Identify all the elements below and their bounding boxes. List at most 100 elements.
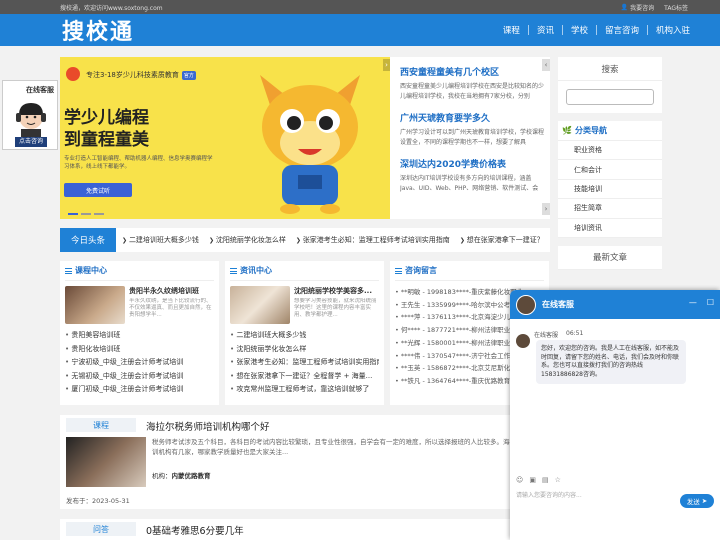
file-icon[interactable]: ▤	[542, 476, 549, 484]
nav-school[interactable]: 学校	[571, 24, 588, 36]
banner-headline: 学少儿编程 到童程童美	[64, 108, 149, 150]
banner-carousel[interactable]: 专注3-18岁少儿科技素质教育 官方 学少儿编程 到童程童美 专业打造人工智能编程、…	[60, 57, 390, 219]
nav-message[interactable]: 留言咨询	[605, 24, 639, 36]
headset-agent-icon	[16, 103, 46, 141]
nav-join[interactable]: 机构入驻	[656, 24, 690, 36]
float-service-title: 在线客服	[26, 86, 54, 94]
list-item[interactable]: 张家港考生必知：监理工程师考试培训实用指南	[230, 356, 379, 370]
course-center-title[interactable]: 课程中心	[75, 265, 107, 276]
agent-message-avatar	[516, 334, 530, 348]
official-badge: 官方	[181, 71, 196, 80]
banner-news-item[interactable]: 广州天琥教育要学多久 广州学习设计可以到广州天琥教育培训学校，学校课程设置全，不同…	[400, 111, 544, 148]
chat-title: 在线客服	[542, 300, 574, 309]
banner-news-item[interactable]: 西安童程童美有几个校区 西安童程童美少儿编程培训学校在西安是比较知名的少儿编程培训…	[400, 65, 544, 102]
minimize-icon[interactable]: —	[689, 298, 697, 307]
message-time: 06:51	[566, 330, 584, 337]
site-logo[interactable]: 搜校通	[62, 14, 134, 46]
eval-icon[interactable]: ☆	[555, 476, 561, 484]
main-nav: 课程 资讯 学校 留言咨询 机构入驻	[503, 24, 690, 36]
list-item[interactable]: 贵阳化妆培训班	[65, 343, 214, 357]
news-thumbnail[interactable]	[230, 286, 290, 324]
ticker-item[interactable]: 二建培训班大概多少钱	[122, 235, 199, 245]
list-item[interactable]: 宁波初级_中级_注册会计师考试培训	[65, 356, 214, 370]
category-nav-title: 分类导航	[574, 126, 607, 135]
article-tag[interactable]: 问答	[66, 522, 136, 536]
float-service[interactable]: 在线客服 点击咨询	[2, 80, 58, 150]
image-icon[interactable]: ▣	[529, 476, 536, 484]
chat-window: 在线客服 — ☐ 在线客服 06:51 您好，欢迎您的咨询。我是人工在线客服，如不能…	[510, 290, 720, 540]
top-bar: 搜校通，欢迎访问www.soxtong.com 👤 我要咨询 TAG标签	[0, 0, 720, 14]
list-item[interactable]: 厦门初级_中级_注册会计师考试培训	[65, 383, 214, 397]
nav-course[interactable]: 课程	[503, 24, 520, 36]
send-button[interactable]: 发送 ➤	[680, 494, 714, 508]
agent-message: 您好，欢迎您的咨询。我是人工在线客服，如不能及时回复，请留下您的姓名、电话，我们…	[536, 340, 686, 384]
category-nav: 🌿 分类导航 职业资格 仁和会计 技能培训 招生简章 培训资讯	[558, 121, 662, 238]
latest-articles: 最新文章	[558, 245, 662, 270]
carousel-dots[interactable]	[68, 213, 104, 215]
banner-desc: 专业打造人工智能编程、帮助机器人编程、信息学奥赛编程学习体系，线上线下都能学。	[64, 156, 213, 170]
list-item[interactable]: 沈阳统丽学化妆怎么样	[230, 343, 379, 357]
news-prev-icon[interactable]: ‹	[542, 59, 550, 71]
chat-input[interactable]: 请输入您要咨询的内容...	[516, 490, 582, 499]
ticker-item[interactable]: 沈阳统丽学化妆怎么样	[209, 235, 286, 245]
article-summary: 税务师考试涉及五个科目，各科目的考试内容比较繁琐，且专业性很强，自学会有一定的难…	[152, 438, 549, 456]
article-date: 发布于：2023-05-31	[66, 497, 130, 505]
latest-title: 最新文章	[558, 246, 662, 270]
list-item[interactable]: 无锡初级_中级_注册会计师考试培训	[65, 370, 214, 384]
course-thumbnail[interactable]	[65, 286, 125, 324]
list-item[interactable]: 二建培训班大概多少钱	[230, 329, 379, 343]
course-center: 课程中心 贵阳半永久纹绣培训班 半永久纹绣，是当下比较流行的、不仅效果逼真、而且更…	[60, 261, 219, 405]
article-org: 机构：内蒙优路教育	[152, 472, 211, 480]
news-center-title[interactable]: 资讯中心	[240, 265, 272, 276]
right-sidebar: 搜索 🌿 分类导航 职业资格 仁和会计 技能培训 招生简章 培训资讯 最新文章	[558, 57, 662, 278]
main-content: 专注3-18岁少儿科技素质教育 官方 学少儿编程 到童程童美 专业打造人工智能编程、…	[60, 57, 550, 540]
search-input[interactable]	[566, 89, 654, 105]
banner: 专注3-18岁少儿科技素质教育 官方 学少儿编程 到童程童美 专业打造人工智能编程、…	[60, 57, 550, 219]
category-item[interactable]: 技能培训	[558, 180, 662, 200]
ticker-item[interactable]: 想在张家港拿下一建证？	[460, 235, 544, 245]
category-item[interactable]: 仁和会计	[558, 160, 662, 180]
list-icon	[395, 267, 402, 274]
list-icon	[65, 267, 72, 274]
category-item[interactable]: 培训资讯	[558, 219, 662, 238]
banner-news-item[interactable]: 深圳达内2020学费价格表 深圳达内IT培训学校设有多方向的培训课程，涵盖Java…	[400, 157, 544, 194]
maximize-icon[interactable]: ☐	[707, 298, 714, 307]
article-card: 问答 0基础考雅思6分要几年	[60, 519, 550, 540]
list-item[interactable]: 想在张家港拿下一建证？全程督学 + 海量...	[230, 370, 379, 384]
article-tag[interactable]: 课程	[66, 418, 136, 432]
search-title: 搜索	[558, 57, 662, 81]
send-icon: ➤	[701, 497, 708, 505]
messages-title[interactable]: 咨询留言	[405, 265, 437, 276]
search-box: 搜索	[558, 57, 662, 113]
consult-link[interactable]: 👤 我要咨询	[621, 3, 655, 12]
free-trial-button[interactable]: 免费试听	[64, 183, 132, 197]
agent-avatar	[516, 294, 536, 315]
list-item[interactable]: 贵阳美容培训班	[65, 329, 214, 343]
category-item[interactable]: 招生简章	[558, 199, 662, 219]
article-card: 课程 海拉尔税务师培训机构哪个好 税务师考试涉及五个科目，各科目的考试内容比较繁…	[60, 415, 550, 509]
article-title[interactable]: 海拉尔税务师培训机构哪个好	[146, 419, 270, 433]
banner-top-text: 专注3-18岁少儿科技素质教育 官方	[86, 71, 196, 80]
header: 搜校通 课程 资讯 学校 留言咨询 机构入驻	[0, 14, 720, 46]
ticker-item[interactable]: 张家港考生必知：监理工程师考试培训实用指南	[296, 235, 450, 245]
article-title[interactable]: 0基础考雅思6分要几年	[146, 523, 244, 537]
featured-course[interactable]: 贵阳半永久纹绣培训班 半永久纹绣，是当下比较流行的、不仅效果逼真、而且更加自然，在…	[65, 286, 214, 324]
emoji-icon[interactable]: ☺	[516, 476, 523, 484]
list-icon	[230, 267, 237, 274]
featured-news[interactable]: 沈阳统丽学校学美容多... 想要学习美容技能，就来沈阳统丽学校吧！这里的课程内容丰…	[230, 286, 379, 324]
nav-news[interactable]: 资讯	[537, 24, 554, 36]
headline-ticker: 今日头条 二建培训班大概多少钱 沈阳统丽学化妆怎么样 张家港考生必知：监理工程师…	[60, 228, 550, 252]
consult-button[interactable]: 点击咨询	[15, 137, 47, 147]
welcome-text: 搜校通，欢迎访问www.soxtong.com	[60, 4, 163, 12]
news-next-icon[interactable]: ›	[542, 203, 550, 215]
person-icon: 👤	[620, 3, 629, 11]
ticker-label: 今日头条	[60, 228, 116, 252]
brand-logo-icon	[66, 67, 80, 81]
dragon-mascot-icon	[260, 75, 360, 214]
banner-news: ‹ 西安童程童美有几个校区 西安童程童美少儿编程培训学校在西安是比较知名的少儿编程…	[390, 57, 550, 219]
category-item[interactable]: 职业资格	[558, 141, 662, 161]
list-item[interactable]: 攻克常州监理工程师考试，靠这培训就够了	[230, 383, 379, 397]
article-image[interactable]	[66, 437, 146, 487]
carousel-next-icon[interactable]: ›	[383, 59, 390, 71]
tag-link[interactable]: TAG标签	[664, 3, 688, 12]
